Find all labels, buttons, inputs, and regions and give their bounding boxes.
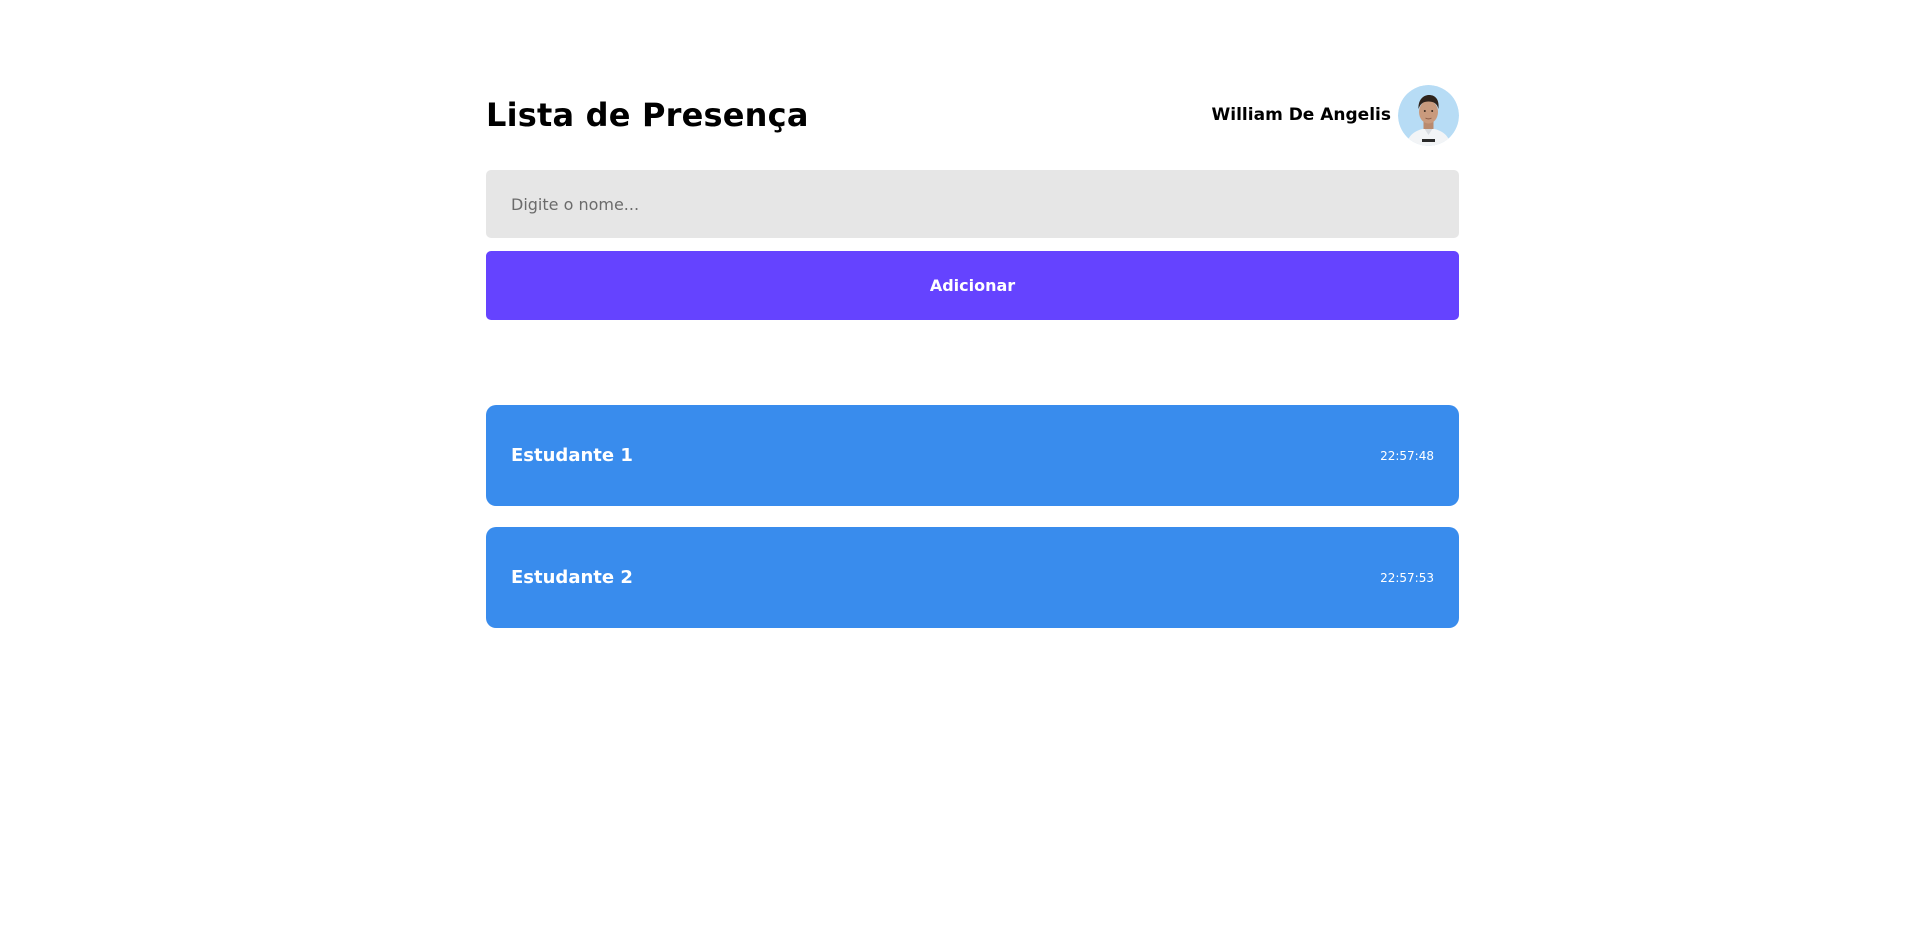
- list-item: Estudante 1 22:57:48: [486, 405, 1459, 506]
- student-name: Estudante 1: [511, 445, 633, 466]
- list-item: Estudante 2 22:57:53: [486, 527, 1459, 628]
- name-input[interactable]: [486, 170, 1459, 238]
- page-title: Lista de Presença: [486, 96, 809, 134]
- add-button[interactable]: Adicionar: [486, 251, 1459, 320]
- user-profile: William De Angelis: [1211, 84, 1459, 146]
- attendance-list: Estudante 1 22:57:48 Estudante 2 22:57:5…: [486, 405, 1459, 649]
- user-name: William De Angelis: [1211, 105, 1391, 125]
- student-time: 22:57:48: [1380, 448, 1434, 463]
- avatar: [1398, 84, 1459, 146]
- student-name: Estudante 2: [511, 567, 633, 588]
- page-header: Lista de Presença William De Angelis: [486, 84, 1459, 146]
- student-time: 22:57:53: [1380, 570, 1434, 585]
